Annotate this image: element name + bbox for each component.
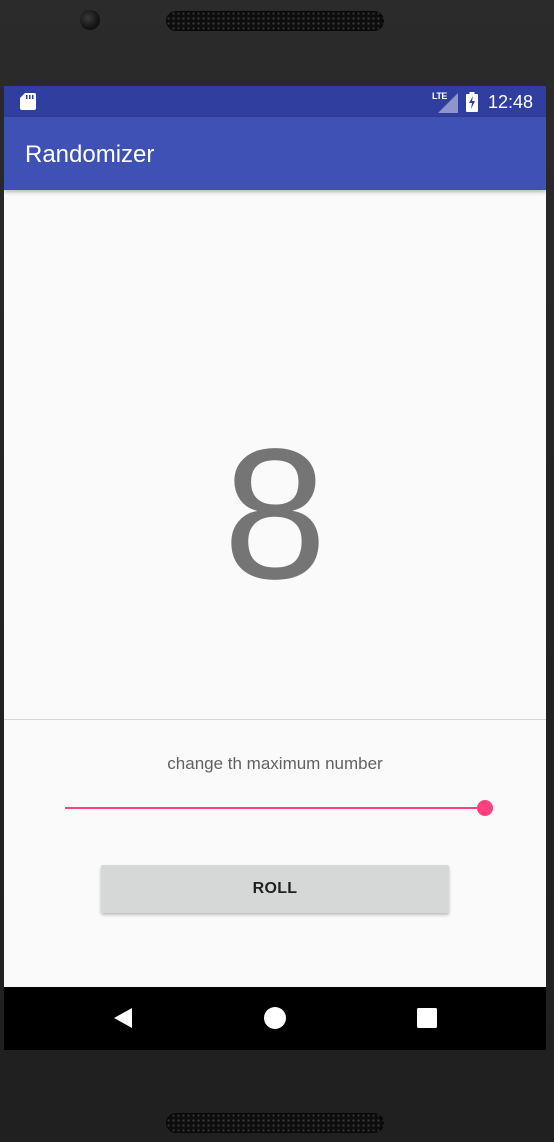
result-display-area: 8 xyxy=(4,190,546,719)
section-divider xyxy=(4,719,546,720)
maximum-number-slider[interactable] xyxy=(65,798,495,818)
random-number-display: 8 xyxy=(223,411,327,618)
slider-thumb[interactable] xyxy=(477,800,493,816)
status-bar: LTE 12:48 xyxy=(4,86,546,117)
navigation-bar xyxy=(4,987,546,1050)
slider-label: change th maximum number xyxy=(167,754,383,773)
device-frame: LTE 12:48 Randomizer 8 change th maximum… xyxy=(0,0,554,1142)
battery-charging-icon xyxy=(466,92,478,112)
home-icon[interactable] xyxy=(260,1003,290,1033)
phone-screen: LTE 12:48 Randomizer 8 change th maximum… xyxy=(4,86,546,1050)
app-title: Randomizer xyxy=(25,141,155,168)
app-bar: Randomizer xyxy=(4,117,546,190)
slider-track[interactable] xyxy=(65,807,485,809)
lte-signal-icon: LTE xyxy=(430,91,458,113)
top-speaker-grille xyxy=(166,11,384,31)
roll-button[interactable]: ROLL xyxy=(101,865,449,913)
front-camera xyxy=(80,10,100,30)
bottom-speaker-grille xyxy=(166,1113,384,1133)
back-icon[interactable] xyxy=(108,1003,138,1033)
recents-icon[interactable] xyxy=(412,1003,442,1033)
sd-card-icon xyxy=(20,93,36,110)
status-clock: 12:48 xyxy=(488,92,534,112)
